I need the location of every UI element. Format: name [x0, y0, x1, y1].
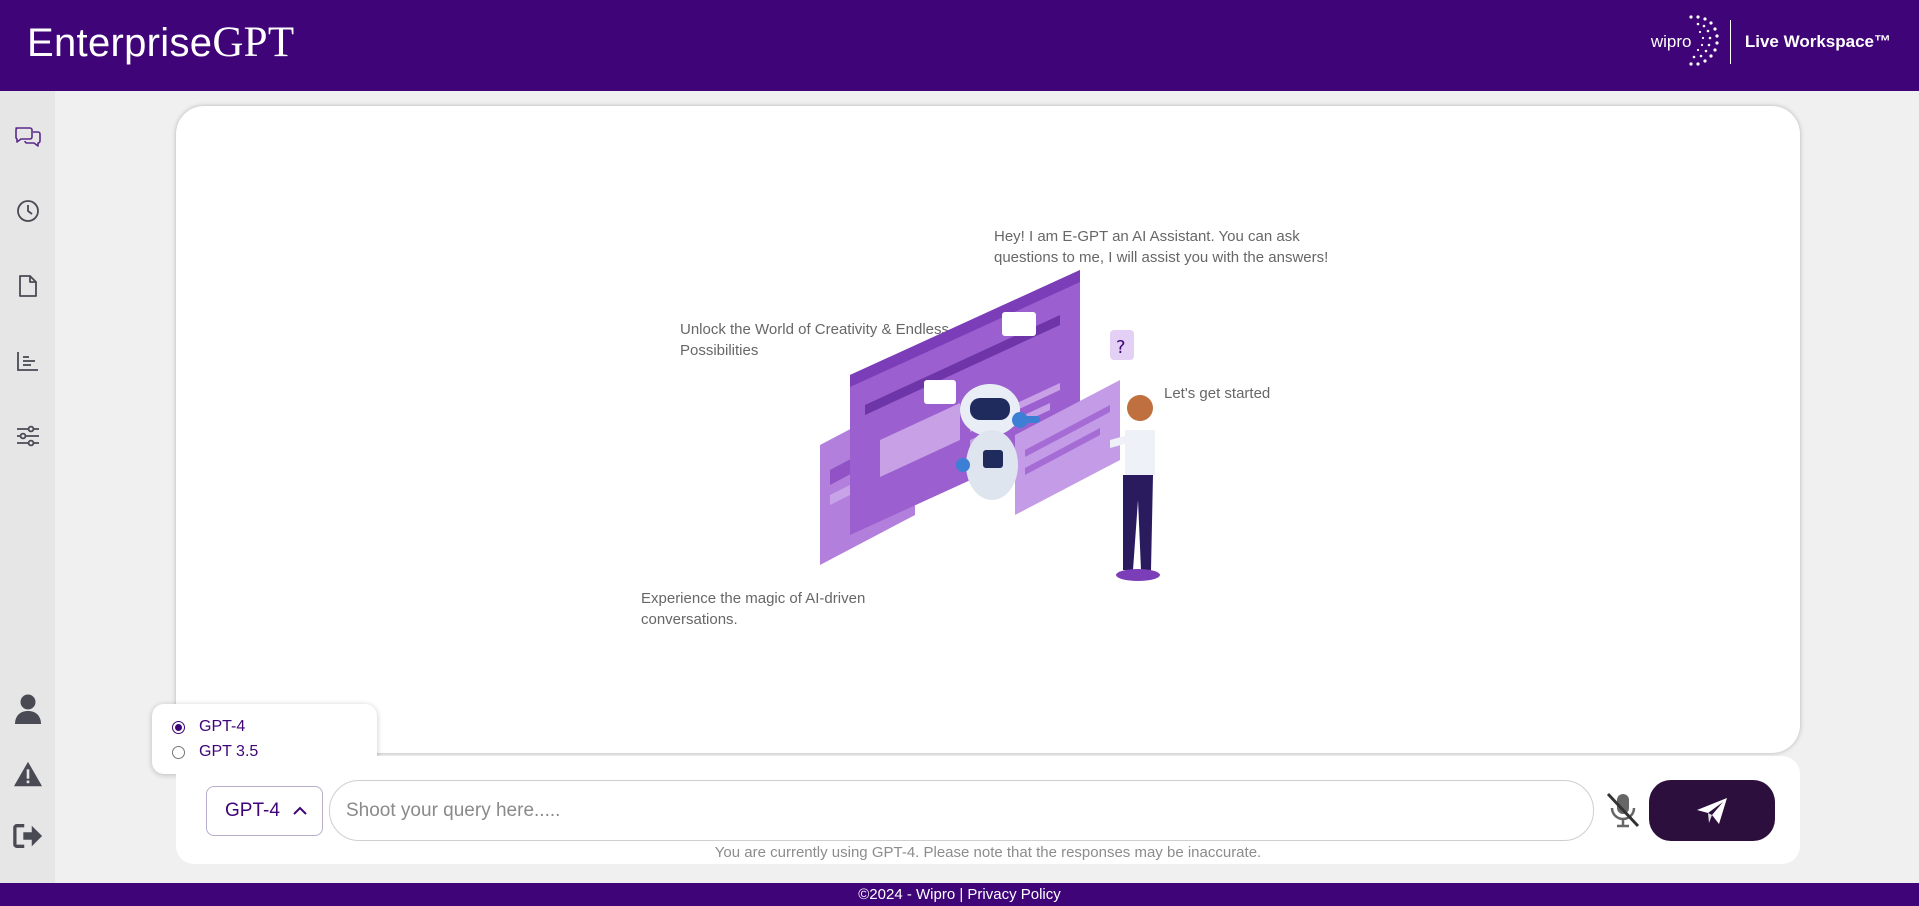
logout-icon[interactable] — [13, 821, 43, 851]
logo-divider — [1729, 20, 1731, 64]
get-started-text: Let's get started — [1164, 385, 1271, 402]
partner-logo-area: wipro Live Workspace™ — [1648, 13, 1891, 71]
workspace-label: Live Workspace™ — [1744, 32, 1891, 51]
settings-sliders-icon[interactable] — [13, 421, 43, 451]
model-disclaimer: You are currently using GPT-4. Please no… — [714, 844, 1262, 861]
document-icon[interactable] — [13, 271, 43, 301]
composer-panel: GPT-4 You are currently using GPT-4. Ple… — [176, 756, 1800, 864]
wipro-logo: wipro — [1648, 13, 1724, 71]
query-input[interactable] — [329, 780, 1594, 841]
send-icon — [1697, 797, 1727, 824]
analytics-icon[interactable] — [13, 346, 43, 376]
chat-icon[interactable] — [13, 121, 43, 151]
brand-name-part1: Enterprise — [27, 21, 213, 65]
send-button[interactable] — [1649, 780, 1775, 841]
model-option-gpt4[interactable]: GPT-4 — [172, 718, 245, 736]
svg-text:?: ? — [1116, 337, 1126, 358]
footer-separator: | — [955, 886, 968, 903]
robot-illustration: ? — [820, 270, 1170, 605]
model-option-label: GPT-4 — [199, 718, 246, 735]
wipro-logo-text: wipro — [1650, 32, 1692, 51]
brand-name-part2: GPT — [212, 19, 295, 66]
history-icon[interactable] — [13, 196, 43, 226]
warning-icon[interactable] — [13, 759, 43, 789]
selected-model-label: GPT-4 — [225, 800, 280, 821]
app-logo: EnterpriseGPT — [27, 18, 294, 67]
mic-muted-icon[interactable] — [1601, 786, 1645, 834]
copyright-text: ©2024 - Wipro — [858, 886, 956, 903]
gpt4-radio[interactable] — [172, 720, 185, 734]
assistant-intro-text: Hey! I am E-GPT an AI Assistant. You can… — [994, 228, 1329, 266]
user-icon[interactable] — [13, 694, 43, 724]
privacy-policy-link[interactable]: Privacy Policy — [967, 886, 1060, 903]
chevron-up-icon — [293, 806, 307, 815]
top-header: EnterpriseGPT wipro Live Workspace™ — [0, 0, 1919, 91]
model-select-button[interactable]: GPT-4 — [206, 786, 323, 836]
footer: ©2024 - Wipro | Privacy Policy — [0, 883, 1919, 906]
chat-area: Hey! I am E-GPT an AI Assistant. You can… — [176, 106, 1800, 753]
gpt35-radio[interactable] — [172, 745, 185, 759]
sidebar — [0, 91, 55, 883]
